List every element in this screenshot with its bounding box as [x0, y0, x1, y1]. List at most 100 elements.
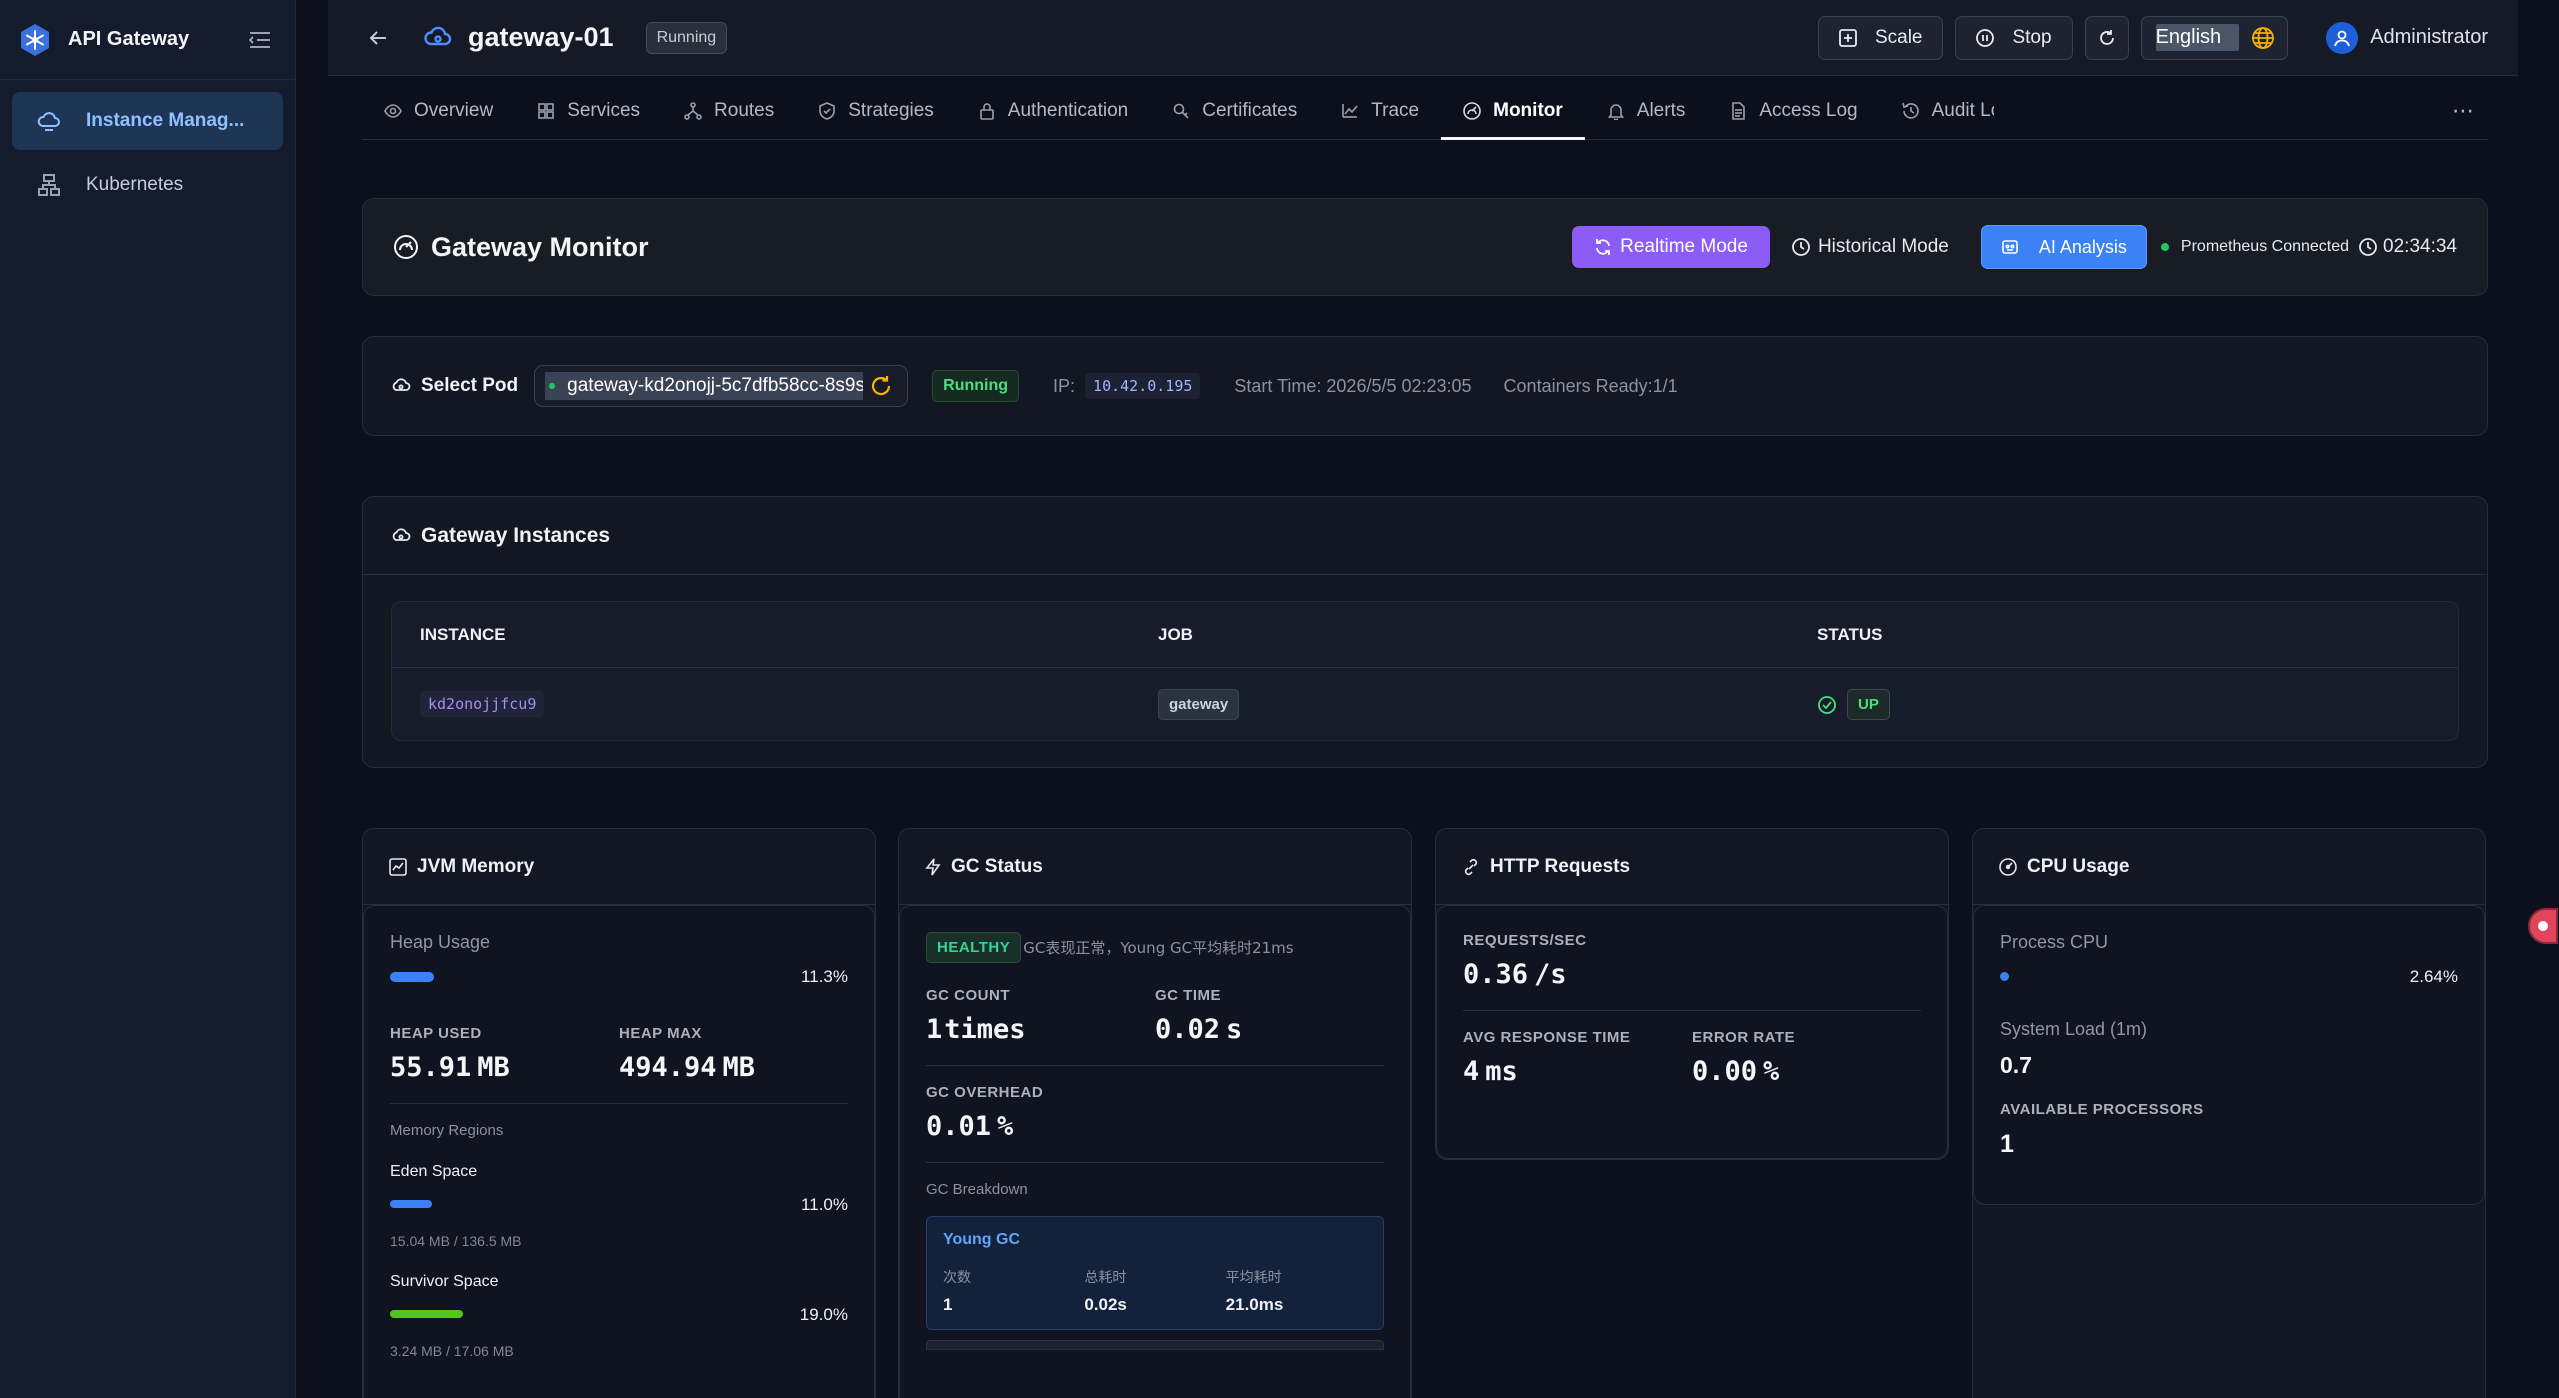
tab-strategies[interactable]: Strategies — [796, 82, 956, 139]
pod-select[interactable]: gateway-kd2onojj-5c7dfb58cc-8s9s — [534, 365, 909, 407]
region-name: Survivor Space — [390, 1273, 499, 1290]
table-row[interactable]: kd2onojjfcu9 gateway UP — [392, 668, 2458, 741]
bell-icon — [1607, 102, 1625, 120]
stat-label: 平均耗时 — [1225, 1270, 1282, 1286]
tab-services[interactable]: Services — [515, 82, 662, 139]
user-menu[interactable]: Administrator — [2326, 21, 2488, 54]
divider — [390, 1103, 848, 1104]
shield-icon — [818, 101, 836, 120]
tab-monitor[interactable]: Monitor — [1441, 82, 1585, 140]
clock-value: 02:34:34 — [2383, 236, 2457, 257]
heap-usage-label: Heap Usage — [390, 932, 491, 952]
more-tabs-icon[interactable]: ⋯ — [2438, 82, 2488, 139]
young-gc-stats: 次数 1 总耗时 0.02s 平均耗时 21.0ms — [943, 1267, 1367, 1315]
health-note: GC表现正常，Young GC平均耗时21ms — [1023, 939, 1294, 957]
grid-icon — [537, 102, 555, 120]
card-title-text: CPU Usage — [2027, 855, 2130, 877]
gc-health: HEALTHY GC表现正常，Young GC平均耗时21ms — [926, 932, 1384, 963]
ai-analysis-button[interactable]: AI Analysis — [1980, 225, 2147, 269]
tab-authentication[interactable]: Authentication — [956, 82, 1150, 139]
pause-circle-icon — [1976, 28, 1995, 47]
progress-track — [390, 972, 776, 982]
plus-square-icon — [1839, 28, 1857, 47]
card-body: Process CPU 2.64% System Load (1m) 0.7 A… — [1973, 905, 2485, 1205]
globe-icon — [2251, 26, 2275, 50]
tab-overview[interactable]: Overview — [362, 82, 515, 139]
rps-stat: REQUESTS/SEC 0.36/s — [1463, 932, 1921, 990]
back-arrow-icon[interactable] — [358, 18, 398, 58]
lightning-icon — [925, 858, 941, 876]
prometheus-status: Prometheus Connected — [2160, 238, 2349, 256]
clock-icon — [1792, 238, 1810, 256]
stat-value: 4 ms — [1463, 1056, 1692, 1087]
trend-icon — [1341, 102, 1359, 120]
table-header: INSTANCE JOB STATUS — [392, 602, 2458, 668]
error-rate-stat: ERROR RATE 0.00% — [1692, 1029, 1921, 1087]
scale-button[interactable]: Scale — [1817, 15, 1944, 60]
region-size: 3.24 MB / 17.06 MB — [390, 1343, 514, 1359]
eye-icon — [384, 102, 402, 120]
stat-value: 0.02s — [1084, 1295, 1127, 1314]
select-pod-text: Select Pod — [421, 375, 519, 396]
select-pod-label: Select Pod — [391, 375, 518, 397]
tab-audit-log[interactable]: Audit Log — [1880, 82, 1994, 139]
status-cell: UP — [1803, 689, 2458, 720]
sidebar-item-kubernetes[interactable]: Kubernetes — [12, 156, 283, 214]
young-gc-box: Young GC 次数 1 总耗时 0.02s 平均耗时 21.0ms — [926, 1216, 1384, 1330]
card-title: CPU Usage — [1973, 829, 2485, 905]
region-name: Eden Space — [390, 1163, 478, 1180]
progress-track — [390, 1310, 776, 1320]
routes-icon — [684, 101, 702, 120]
region-percent: 19.0% — [799, 1305, 848, 1324]
instance-cell: kd2onojjfcu9 — [392, 691, 1144, 717]
tab-access-log[interactable]: Access Log — [1707, 82, 1879, 139]
status-badge: Running — [645, 21, 728, 54]
card-body: HEALTHY GC表现正常，Young GC平均耗时21ms GC COUNT… — [899, 905, 1411, 1398]
stop-button[interactable]: Stop — [1955, 15, 2073, 60]
stat-value: 494.94 MB — [619, 1052, 848, 1083]
gateway-instances-panel: Gateway Instances INSTANCE JOB STATUS kd… — [362, 496, 2488, 768]
young-gc-title: Young GC — [943, 1231, 1021, 1248]
http-stats: AVG RESPONSE TIME 4 ms ERROR RATE 0.00% — [1463, 1029, 1921, 1087]
heap-usage-percent: 11.3% — [801, 967, 848, 986]
tab-label: Strategies — [848, 99, 934, 121]
tab-certificates[interactable]: Certificates — [1150, 82, 1319, 139]
value: 1 — [926, 1014, 943, 1045]
job-tag: gateway — [1158, 688, 1240, 720]
gc-time-stat: GC TIME 0.02 s — [1155, 987, 1384, 1045]
tab-label: Audit Log — [1931, 99, 1994, 121]
current-time: 02:34:34 — [2359, 236, 2457, 258]
scale-label: Scale — [1874, 26, 1923, 48]
tab-label: Authentication — [1007, 99, 1129, 121]
http-requests-card: HTTP Requests REQUESTS/SEC 0.36/s AVG RE… — [1435, 828, 1949, 1160]
card-body: Heap Usage 11.3% HEAP USED 55.91 MB HEAP … — [363, 905, 875, 1398]
gateway-name: gateway-01 — [468, 22, 614, 52]
sync-icon — [1594, 238, 1612, 256]
language-select[interactable]: English — [2140, 15, 2289, 60]
historical-mode-button[interactable]: Historical Mode — [1770, 226, 1971, 268]
card-title: GC Status — [899, 829, 1411, 905]
tab-alerts[interactable]: Alerts — [1585, 82, 1708, 139]
job-cell: gateway — [1144, 688, 1803, 720]
stat-value: 0.01% — [926, 1111, 1384, 1142]
card-title-text: GC Status — [951, 855, 1043, 877]
cpu-usage-card: CPU Usage Process CPU 2.64% System Load … — [1972, 828, 2486, 1398]
monitor-header: Gateway Monitor Realtime Mode Historical… — [362, 198, 2488, 296]
realtime-mode-button[interactable]: Realtime Mode — [1572, 226, 1770, 268]
sidebar-item-label: Instance Manag... — [86, 110, 245, 131]
key-icon — [1172, 102, 1190, 120]
sidebar-item-instance-management[interactable]: Instance Manag... — [12, 92, 283, 150]
cloud-icon — [391, 527, 411, 544]
pod-name: gateway-kd2onojj-5c7dfb58cc-8s9s — [567, 375, 864, 396]
card-title-text: HTTP Requests — [1490, 855, 1631, 877]
collapse-menu-icon[interactable] — [243, 23, 277, 57]
chat-icon — [2536, 919, 2550, 933]
system-load-label: System Load (1m) — [2000, 1019, 2148, 1039]
gc-count-stat: GC COUNT 1times — [926, 987, 1155, 1045]
stop-label: Stop — [2012, 26, 2052, 48]
pod-status-badge: Running — [932, 370, 1020, 402]
refresh-button[interactable] — [2084, 15, 2129, 60]
floating-assistant-button[interactable] — [2528, 908, 2558, 944]
tab-trace[interactable]: Trace — [1319, 82, 1441, 139]
tab-routes[interactable]: Routes — [662, 82, 796, 139]
